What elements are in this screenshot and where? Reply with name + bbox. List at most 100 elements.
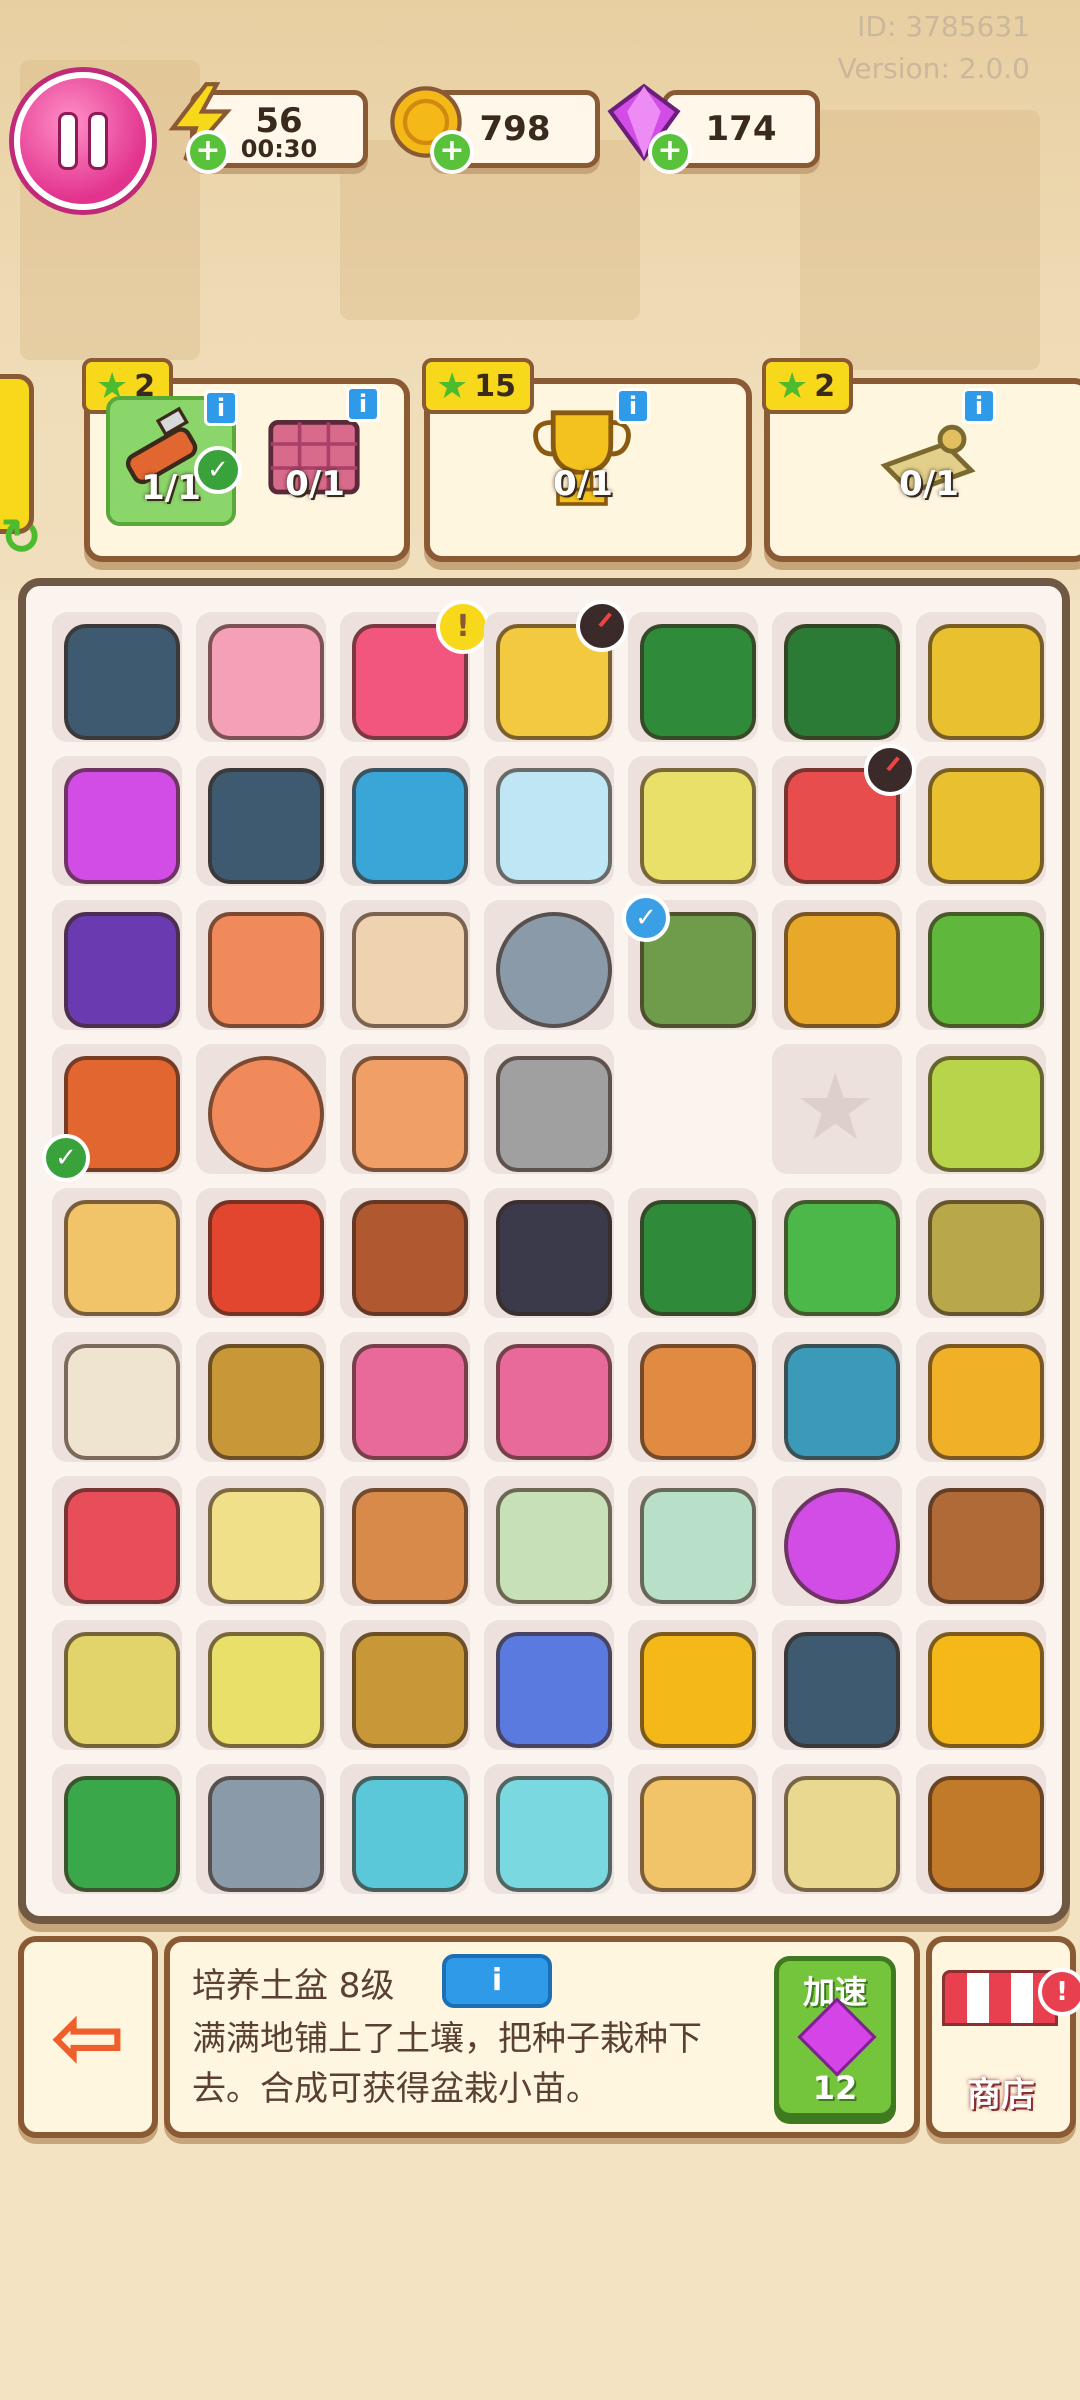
board-cell[interactable] bbox=[910, 894, 1054, 1038]
add-coins-button[interactable]: + bbox=[430, 130, 474, 174]
info-icon[interactable]: i bbox=[346, 386, 380, 422]
order-reward: ★ 15 bbox=[422, 358, 535, 414]
board-cell[interactable] bbox=[910, 1758, 1054, 1902]
guinea-pig-family-icon bbox=[928, 1776, 1044, 1892]
board-cell[interactable] bbox=[190, 1182, 334, 1326]
board-cell[interactable] bbox=[622, 1614, 766, 1758]
board-cell[interactable] bbox=[478, 1326, 622, 1470]
board-cell[interactable] bbox=[46, 1614, 190, 1758]
refresh-icon[interactable]: ↻ bbox=[0, 508, 50, 566]
board-cell[interactable]: ✓ bbox=[42, 1038, 190, 1182]
board-cell[interactable] bbox=[478, 750, 622, 894]
board-cell[interactable] bbox=[334, 1326, 478, 1470]
board-cell[interactable] bbox=[46, 750, 190, 894]
board-cell[interactable] bbox=[622, 1326, 766, 1470]
board-cell[interactable] bbox=[190, 606, 334, 750]
locked-star-icon: ★ bbox=[794, 1054, 877, 1161]
green-toolbox-open-icon bbox=[640, 624, 756, 740]
check-icon: ✓ bbox=[622, 894, 670, 942]
order-card-1[interactable]: ★ 2 1/1 ✓ i 0/1 i bbox=[82, 358, 410, 562]
board-cell[interactable] bbox=[622, 1038, 766, 1182]
order-card-3[interactable]: ★ 2 0/1 i bbox=[762, 358, 1080, 562]
board-cell[interactable] bbox=[46, 1326, 190, 1470]
item-description: 满满地铺上了土壤，把种子栽种下去。合成可获得盆栽小苗。 bbox=[192, 2019, 702, 2109]
board-cell[interactable]: ! bbox=[334, 600, 490, 750]
board-cell[interactable] bbox=[190, 1614, 334, 1758]
board-cell[interactable] bbox=[46, 1758, 190, 1902]
board-cell[interactable] bbox=[478, 1182, 622, 1326]
board-cell[interactable] bbox=[766, 1758, 910, 1902]
board-cell[interactable] bbox=[622, 606, 766, 750]
board-cell[interactable] bbox=[622, 1470, 766, 1614]
board-cell[interactable] bbox=[478, 600, 628, 750]
goggles-icon bbox=[64, 912, 180, 1028]
board-cell[interactable]: ★ bbox=[766, 1038, 910, 1182]
board-cell[interactable] bbox=[622, 1758, 766, 1902]
board-cell[interactable] bbox=[766, 1326, 910, 1470]
cardboard-box-icon bbox=[784, 912, 900, 1028]
board-cell[interactable] bbox=[334, 894, 478, 1038]
board-cell[interactable] bbox=[190, 894, 334, 1038]
board-cell[interactable] bbox=[478, 894, 622, 1038]
order-card-2[interactable]: ★ 15 0/1 i bbox=[422, 358, 752, 562]
photo-card-icon bbox=[640, 1488, 756, 1604]
board-cell[interactable] bbox=[334, 1614, 478, 1758]
cobweb-chip-icon bbox=[784, 1632, 900, 1748]
board-cell[interactable] bbox=[478, 1614, 622, 1758]
board-cell[interactable] bbox=[622, 750, 766, 894]
board-cell[interactable] bbox=[766, 1182, 910, 1326]
dumbbell-basket-icon bbox=[640, 768, 756, 884]
board-cell[interactable] bbox=[46, 606, 190, 750]
order-item-trophy: 0/1 i bbox=[522, 388, 650, 518]
board-cell[interactable]: ✓ bbox=[622, 894, 766, 1038]
board-cell[interactable] bbox=[766, 606, 910, 750]
board-cell[interactable] bbox=[910, 606, 1054, 750]
board-cell[interactable] bbox=[190, 1758, 334, 1902]
board-cell[interactable] bbox=[910, 750, 1054, 894]
speedup-button[interactable]: 加速 12 bbox=[774, 1956, 896, 2118]
info-icon[interactable]: i bbox=[204, 390, 238, 426]
board-cell[interactable] bbox=[478, 1038, 622, 1182]
board-cell[interactable] bbox=[910, 1038, 1054, 1182]
add-gems-button[interactable]: + bbox=[648, 130, 692, 174]
board-cell[interactable] bbox=[46, 1182, 190, 1326]
info-icon[interactable]: i bbox=[616, 388, 650, 424]
pause-button[interactable] bbox=[14, 72, 152, 210]
board-cell[interactable] bbox=[910, 1470, 1054, 1614]
item-title: 培养土盆 8级 bbox=[192, 1966, 395, 2006]
hamster-sitting-icon bbox=[640, 1776, 756, 1892]
board-cell[interactable] bbox=[190, 1470, 334, 1614]
exit-button[interactable]: ⇦ bbox=[18, 1936, 158, 2138]
shop-button[interactable]: ! 商店 bbox=[926, 1936, 1080, 2138]
board-cell[interactable] bbox=[334, 1182, 478, 1326]
info-icon[interactable]: i bbox=[962, 388, 996, 424]
order-item-count: 0/1 bbox=[553, 464, 613, 504]
merge-board: ! ✓ ✓ ★ bbox=[18, 578, 1070, 1924]
board-cell[interactable] bbox=[910, 1326, 1054, 1470]
board-cell[interactable] bbox=[190, 750, 334, 894]
board-cell[interactable] bbox=[334, 1470, 478, 1614]
board-cell[interactable] bbox=[334, 1758, 478, 1902]
board-cell[interactable] bbox=[334, 1038, 478, 1182]
board-cell[interactable] bbox=[334, 750, 478, 894]
add-energy-button[interactable]: + bbox=[186, 130, 230, 174]
board-cell[interactable] bbox=[766, 1470, 910, 1614]
item-info-button[interactable]: i bbox=[442, 1954, 552, 2008]
board-cell[interactable] bbox=[766, 894, 910, 1038]
chest-expander-icon bbox=[208, 1776, 324, 1892]
board-cell[interactable] bbox=[46, 1470, 190, 1614]
board-cell[interactable] bbox=[478, 1758, 622, 1902]
pause-icon bbox=[61, 115, 75, 167]
board-cell[interactable] bbox=[190, 1326, 334, 1470]
board-cell[interactable] bbox=[766, 744, 916, 894]
board-cell[interactable] bbox=[190, 1038, 334, 1182]
board-cell[interactable] bbox=[478, 1470, 622, 1614]
pencil-icon bbox=[352, 1056, 468, 1172]
board-cell[interactable] bbox=[910, 1614, 1054, 1758]
board-cell[interactable] bbox=[910, 1182, 1054, 1326]
board-cell[interactable] bbox=[46, 894, 190, 1038]
dumbbell-basket-icon bbox=[208, 1632, 324, 1748]
board-cell[interactable] bbox=[622, 1182, 766, 1326]
clay-pot-icon bbox=[640, 1344, 756, 1460]
board-cell[interactable] bbox=[766, 1614, 910, 1758]
